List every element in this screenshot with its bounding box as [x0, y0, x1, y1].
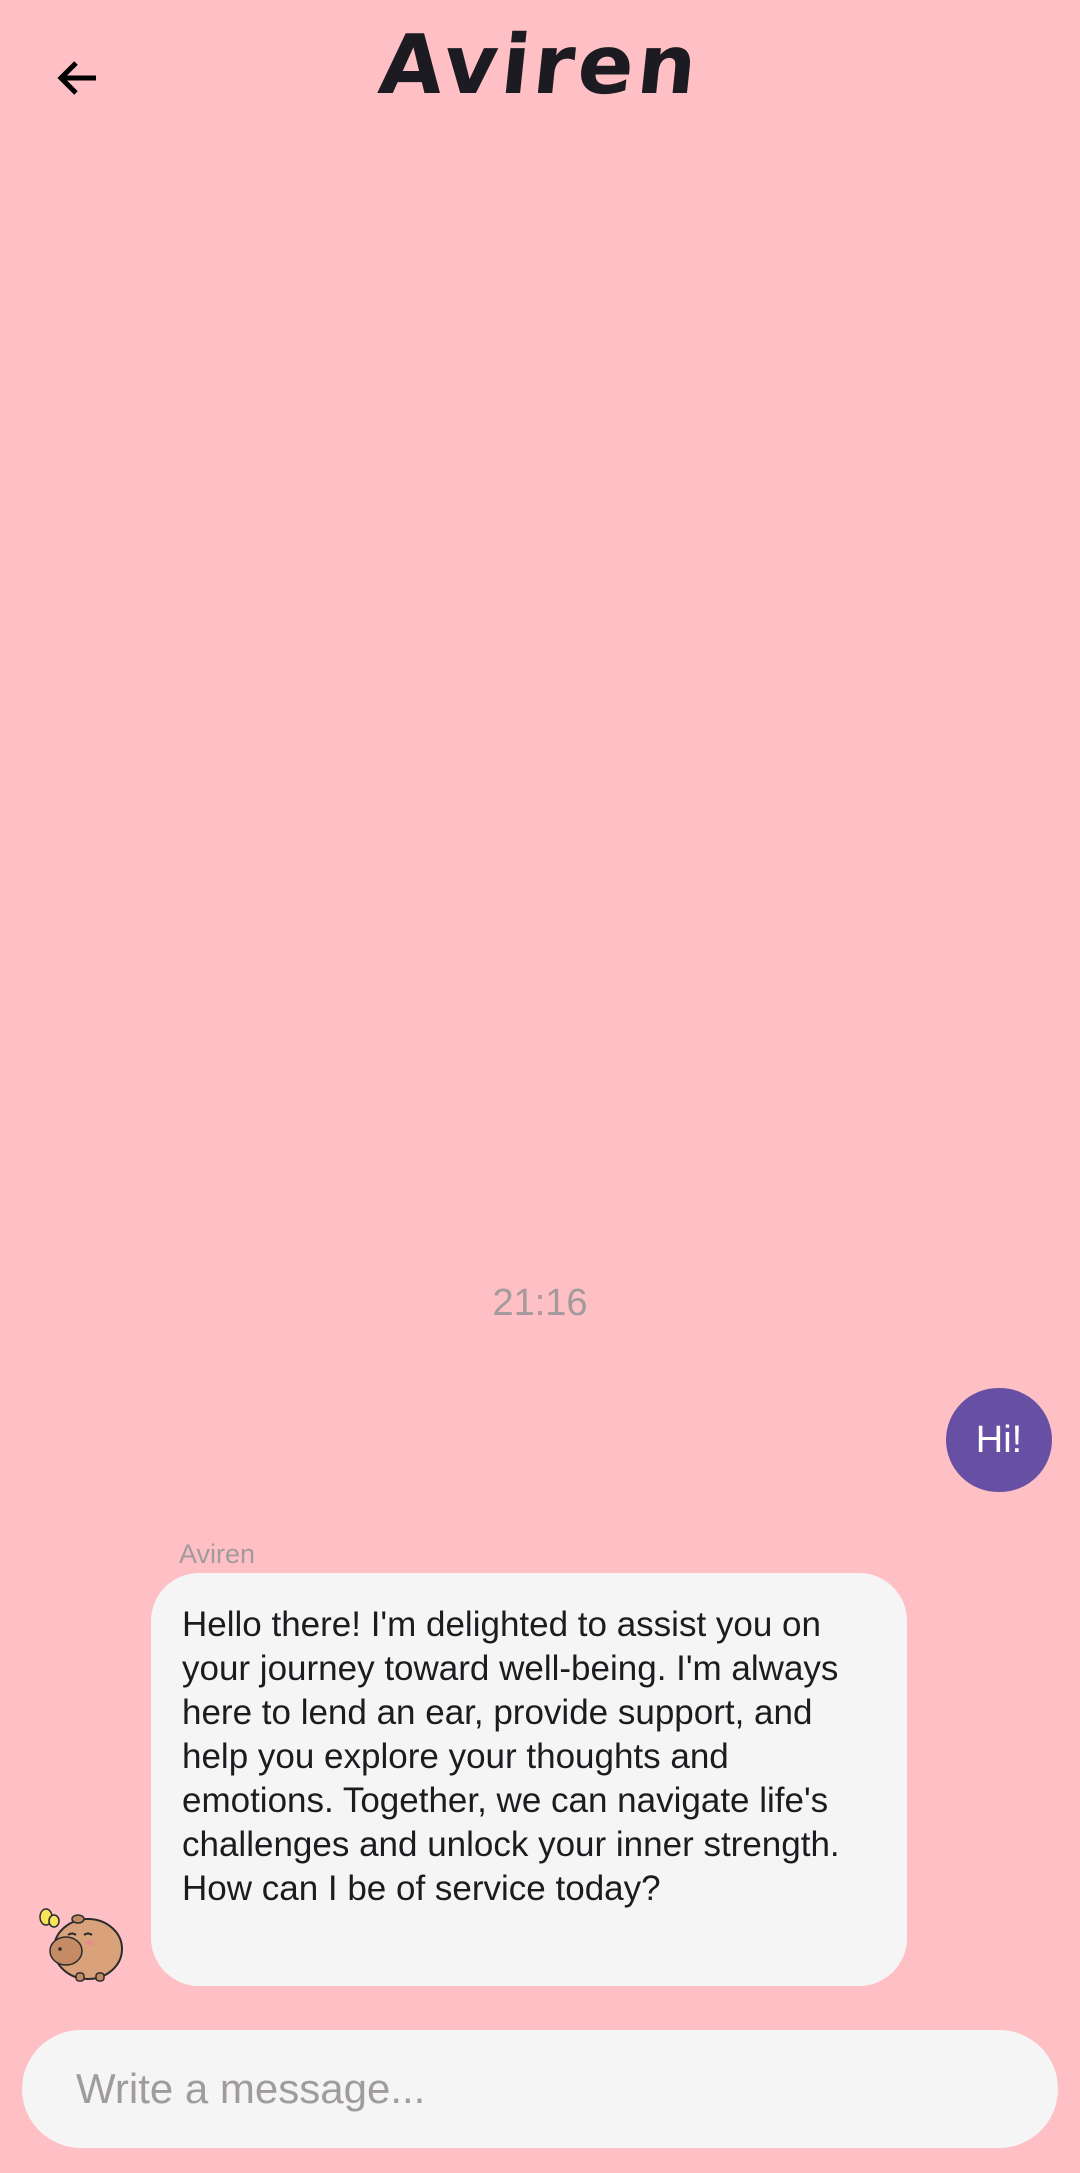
- capybara-avatar-icon: [38, 1899, 128, 1983]
- message-composer[interactable]: [22, 2030, 1058, 2148]
- bot-sender-name: Aviren: [179, 1539, 256, 1569]
- message-timestamp: 21:16: [492, 1282, 588, 1324]
- message-input[interactable]: [74, 2064, 1006, 2114]
- bot-message-bubble: Hello there! I'm delighted to assist you…: [151, 1573, 907, 1986]
- app-bar: Aviren: [0, 0, 1080, 150]
- user-message-bubble: Hi!: [946, 1388, 1052, 1492]
- page-title: Aviren: [374, 18, 706, 113]
